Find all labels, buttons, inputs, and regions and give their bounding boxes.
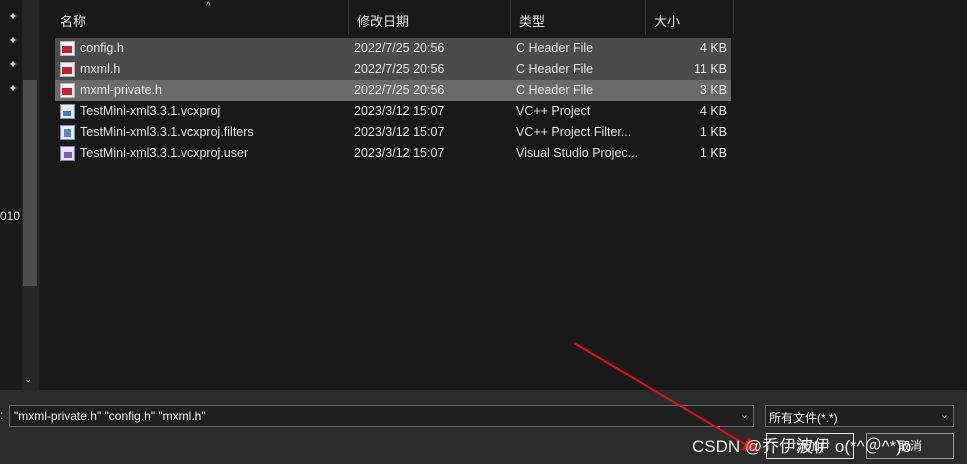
column-type[interactable]: 类型 <box>511 0 646 34</box>
column-date[interactable]: 修改日期 <box>349 0 511 34</box>
chevron-down-icon[interactable]: ⌄ <box>740 408 749 421</box>
file-date: 2023/3/12 15:07 <box>354 146 445 160</box>
file-row[interactable]: TestMini-xml3.3.1.vcxproj.user 2023/3/12… <box>55 143 731 164</box>
file-size: 3 KB <box>699 83 727 97</box>
filename-value: "mxml-private.h" "config.h" "mxml.h" <box>14 409 206 423</box>
cancel-button[interactable]: 取消 <box>866 433 954 459</box>
file-type: C Header File <box>516 83 594 97</box>
file-name: TestMini-xml3.3.1.vcxproj <box>80 104 221 118</box>
column-date-label: 修改日期 <box>357 14 410 29</box>
filename-input[interactable]: "mxml-private.h" "config.h" "mxml.h" ⌄ <box>9 405 754 427</box>
open-button-label: 添加( <box>796 439 824 453</box>
vcxproj-file-icon <box>60 104 75 119</box>
column-size-label: 大小 <box>654 14 681 29</box>
file-name: TestMini-xml3.3.1.vcxproj.user <box>80 146 249 160</box>
file-date: 2023/3/12 15:07 <box>354 125 445 139</box>
file-size: 4 KB <box>699 41 727 55</box>
file-date: 2022/7/25 20:56 <box>354 41 445 55</box>
file-row[interactable]: mxml-private.h 2022/7/25 20:56 C Header … <box>55 80 731 101</box>
column-header: 名称 ^ 修改日期 类型 大小 <box>40 0 967 34</box>
file-date: 2022/7/25 20:56 <box>354 62 445 76</box>
file-date: 2023/3/12 15:07 <box>354 104 445 118</box>
filename-label: : <box>0 408 4 422</box>
file-name: mxml.h <box>80 62 121 76</box>
open-button[interactable]: 添加( <box>766 433 854 459</box>
file-row[interactable]: config.h 2022/7/25 20:56 C Header File 4… <box>55 38 731 59</box>
file-size: 1 KB <box>699 125 727 139</box>
pin-icon[interactable]: ✦ <box>6 82 20 96</box>
file-type: VC++ Project <box>516 104 591 118</box>
file-row[interactable]: TestMini-xml3.3.1.vcxproj 2023/3/12 15:0… <box>55 101 731 122</box>
scroll-down-icon[interactable]: ⌄ <box>24 374 32 385</box>
chevron-down-icon[interactable]: ⌄ <box>940 408 949 421</box>
file-type: C Header File <box>516 41 594 55</box>
pin-icon[interactable]: ✦ <box>6 10 20 24</box>
c-header-file-icon <box>60 41 75 56</box>
file-type-select[interactable]: 所有文件(*.*) ⌄ <box>765 405 954 427</box>
file-name: mxml-private.h <box>80 83 162 97</box>
file-row[interactable]: mxml.h 2022/7/25 20:56 C Header File 11 … <box>55 59 731 80</box>
file-type-value: 所有文件(*.*) <box>769 411 838 425</box>
file-date: 2022/7/25 20:56 <box>354 83 445 97</box>
user-file-icon <box>60 146 75 161</box>
file-type: Visual Studio Projec... <box>516 146 639 160</box>
filters-file-icon <box>60 125 75 140</box>
column-name-label: 名称 <box>60 14 87 29</box>
file-type: C Header File <box>516 62 594 76</box>
file-size: 1 KB <box>699 146 727 160</box>
c-header-file-icon <box>60 83 75 98</box>
dialog-footer: : "mxml-private.h" "config.h" "mxml.h" ⌄… <box>0 390 967 464</box>
nav-partial-label: 010 <box>0 209 21 223</box>
cancel-button-label: 取消 <box>897 439 922 453</box>
pin-icon[interactable]: ✦ <box>6 58 20 72</box>
pin-icon[interactable]: ✦ <box>6 34 20 48</box>
column-name[interactable]: 名称 ^ <box>52 0 349 34</box>
column-size[interactable]: 大小 <box>646 0 734 34</box>
column-type-label: 类型 <box>519 14 546 29</box>
file-type: VC++ Project Filter... <box>516 125 632 139</box>
file-list[interactable]: 名称 ^ 修改日期 类型 大小 config.h 2022/7/25 20:56… <box>40 0 967 390</box>
file-name: TestMini-xml3.3.1.vcxproj.filters <box>80 125 254 139</box>
c-header-file-icon <box>60 62 75 77</box>
navigation-pane: ✦ ✦ ✦ ✦ 010 ⌄ <box>0 0 39 390</box>
file-name: config.h <box>80 41 124 55</box>
sort-ascending-icon: ^ <box>206 1 211 12</box>
file-size: 4 KB <box>699 104 727 118</box>
nav-scrollbar-thumb[interactable] <box>23 80 37 286</box>
file-row[interactable]: TestMini-xml3.3.1.vcxproj.filters 2023/3… <box>55 122 731 143</box>
file-size: 11 KB <box>693 62 727 76</box>
